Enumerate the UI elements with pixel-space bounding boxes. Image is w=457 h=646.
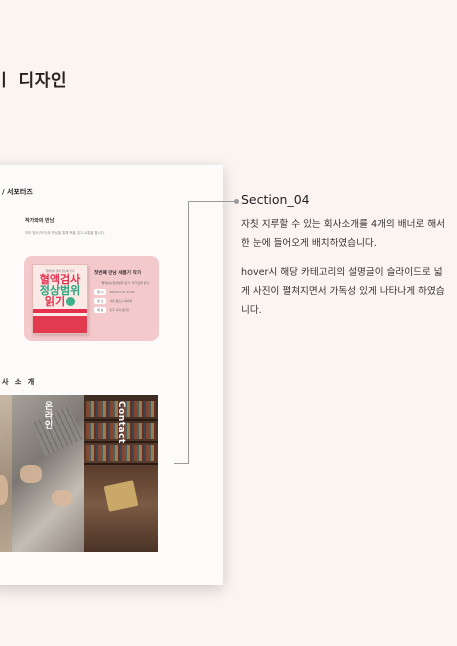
event-row-text: 서울 종로구 북카페 [109,299,132,303]
book-title-line3: 읽기 [44,295,66,308]
event-row-place: 장 소 서울 종로구 북카페 [94,298,156,304]
hand-decoration [52,490,72,506]
banner-panel-online[interactable]: 온라인 [12,395,84,552]
company-banner-strip: 온라인 Contact [0,395,158,552]
event-row-text: 한국 사회 청년들 [109,308,130,312]
mock-subtitle: 작가와의 만남 [25,218,55,224]
mock-section-label: / 서포터즈 [2,188,33,196]
hand-decoration [0,475,8,505]
section-paragraph-1: 자칫 지루할 수 있는 회사소개를 4개의 배너로 해서 한 눈에 들어오게 배… [241,219,445,249]
banner-label-online: 온라인 [42,401,53,430]
page-heading: ㅣ 디자인 [0,71,67,91]
section-title: Section_04 [241,192,310,207]
section-description: 자칫 지루할 수 있는 회사소개를 4개의 배너로 해서 한 눈에 들어오게 배… [241,215,451,320]
about-title: 사 소 개 [2,378,37,386]
keyboard-image [30,405,84,457]
banner-panel-1[interactable] [0,395,12,552]
event-row-date: 일 시 2023.07.07 14:00 [94,289,156,295]
event-chip: 대 상 [94,307,107,313]
event-chip: 장 소 [94,298,107,304]
event-card[interactable]: 혈액검사 결과 한눈에 보기 혈액검사 정상범위 읽기 첫번째 만남 세름기 작… [24,256,159,341]
connector-line [188,201,189,463]
event-row-text: 2023.07.07 14:00 [109,290,135,294]
book-title-line3-row: 읽기 [44,295,76,308]
event-info: 첫번째 만남 세름기 작가 '혈액검사정상범위 읽기' 작가님을 만나 일 시 … [94,270,156,313]
bookshelf-row [86,445,156,461]
book-band [33,309,87,313]
website-mockup: / 서포터즈 작가와의 만남 여러 명사(작가)와 만남을 통해 책을 읽고 소… [0,165,223,585]
mock-description: 여러 명사(작가)와 만남을 통해 책을 읽고 소통을 합니다. [25,231,105,235]
hand-decoration [20,465,42,483]
reader-image [103,480,139,512]
shelf-line [84,463,158,465]
banner-label-contact: Contact [116,401,126,444]
event-intro: '혈액검사정상범위 읽기' 작가님을 만나 [100,281,150,285]
event-title: 첫번째 만남 세름기 작가 [94,271,142,276]
event-row-target: 대 상 한국 사회 청년들 [94,307,156,313]
banner-panel-contact[interactable]: Contact [84,395,158,552]
connector-line [188,201,236,202]
event-chip: 일 시 [94,289,107,295]
section-paragraph-2: hover시 해당 카테고리의 설명글이 슬라이드로 넓게 사진이 펼쳐지면서 … [241,267,445,316]
book-blurb [33,316,87,333]
connector-dot [234,199,239,204]
connector-line [174,463,189,464]
book-cover-image: 혈액검사 결과 한눈에 보기 혈액검사 정상범위 읽기 [32,264,88,334]
book-badge-icon [66,297,76,306]
